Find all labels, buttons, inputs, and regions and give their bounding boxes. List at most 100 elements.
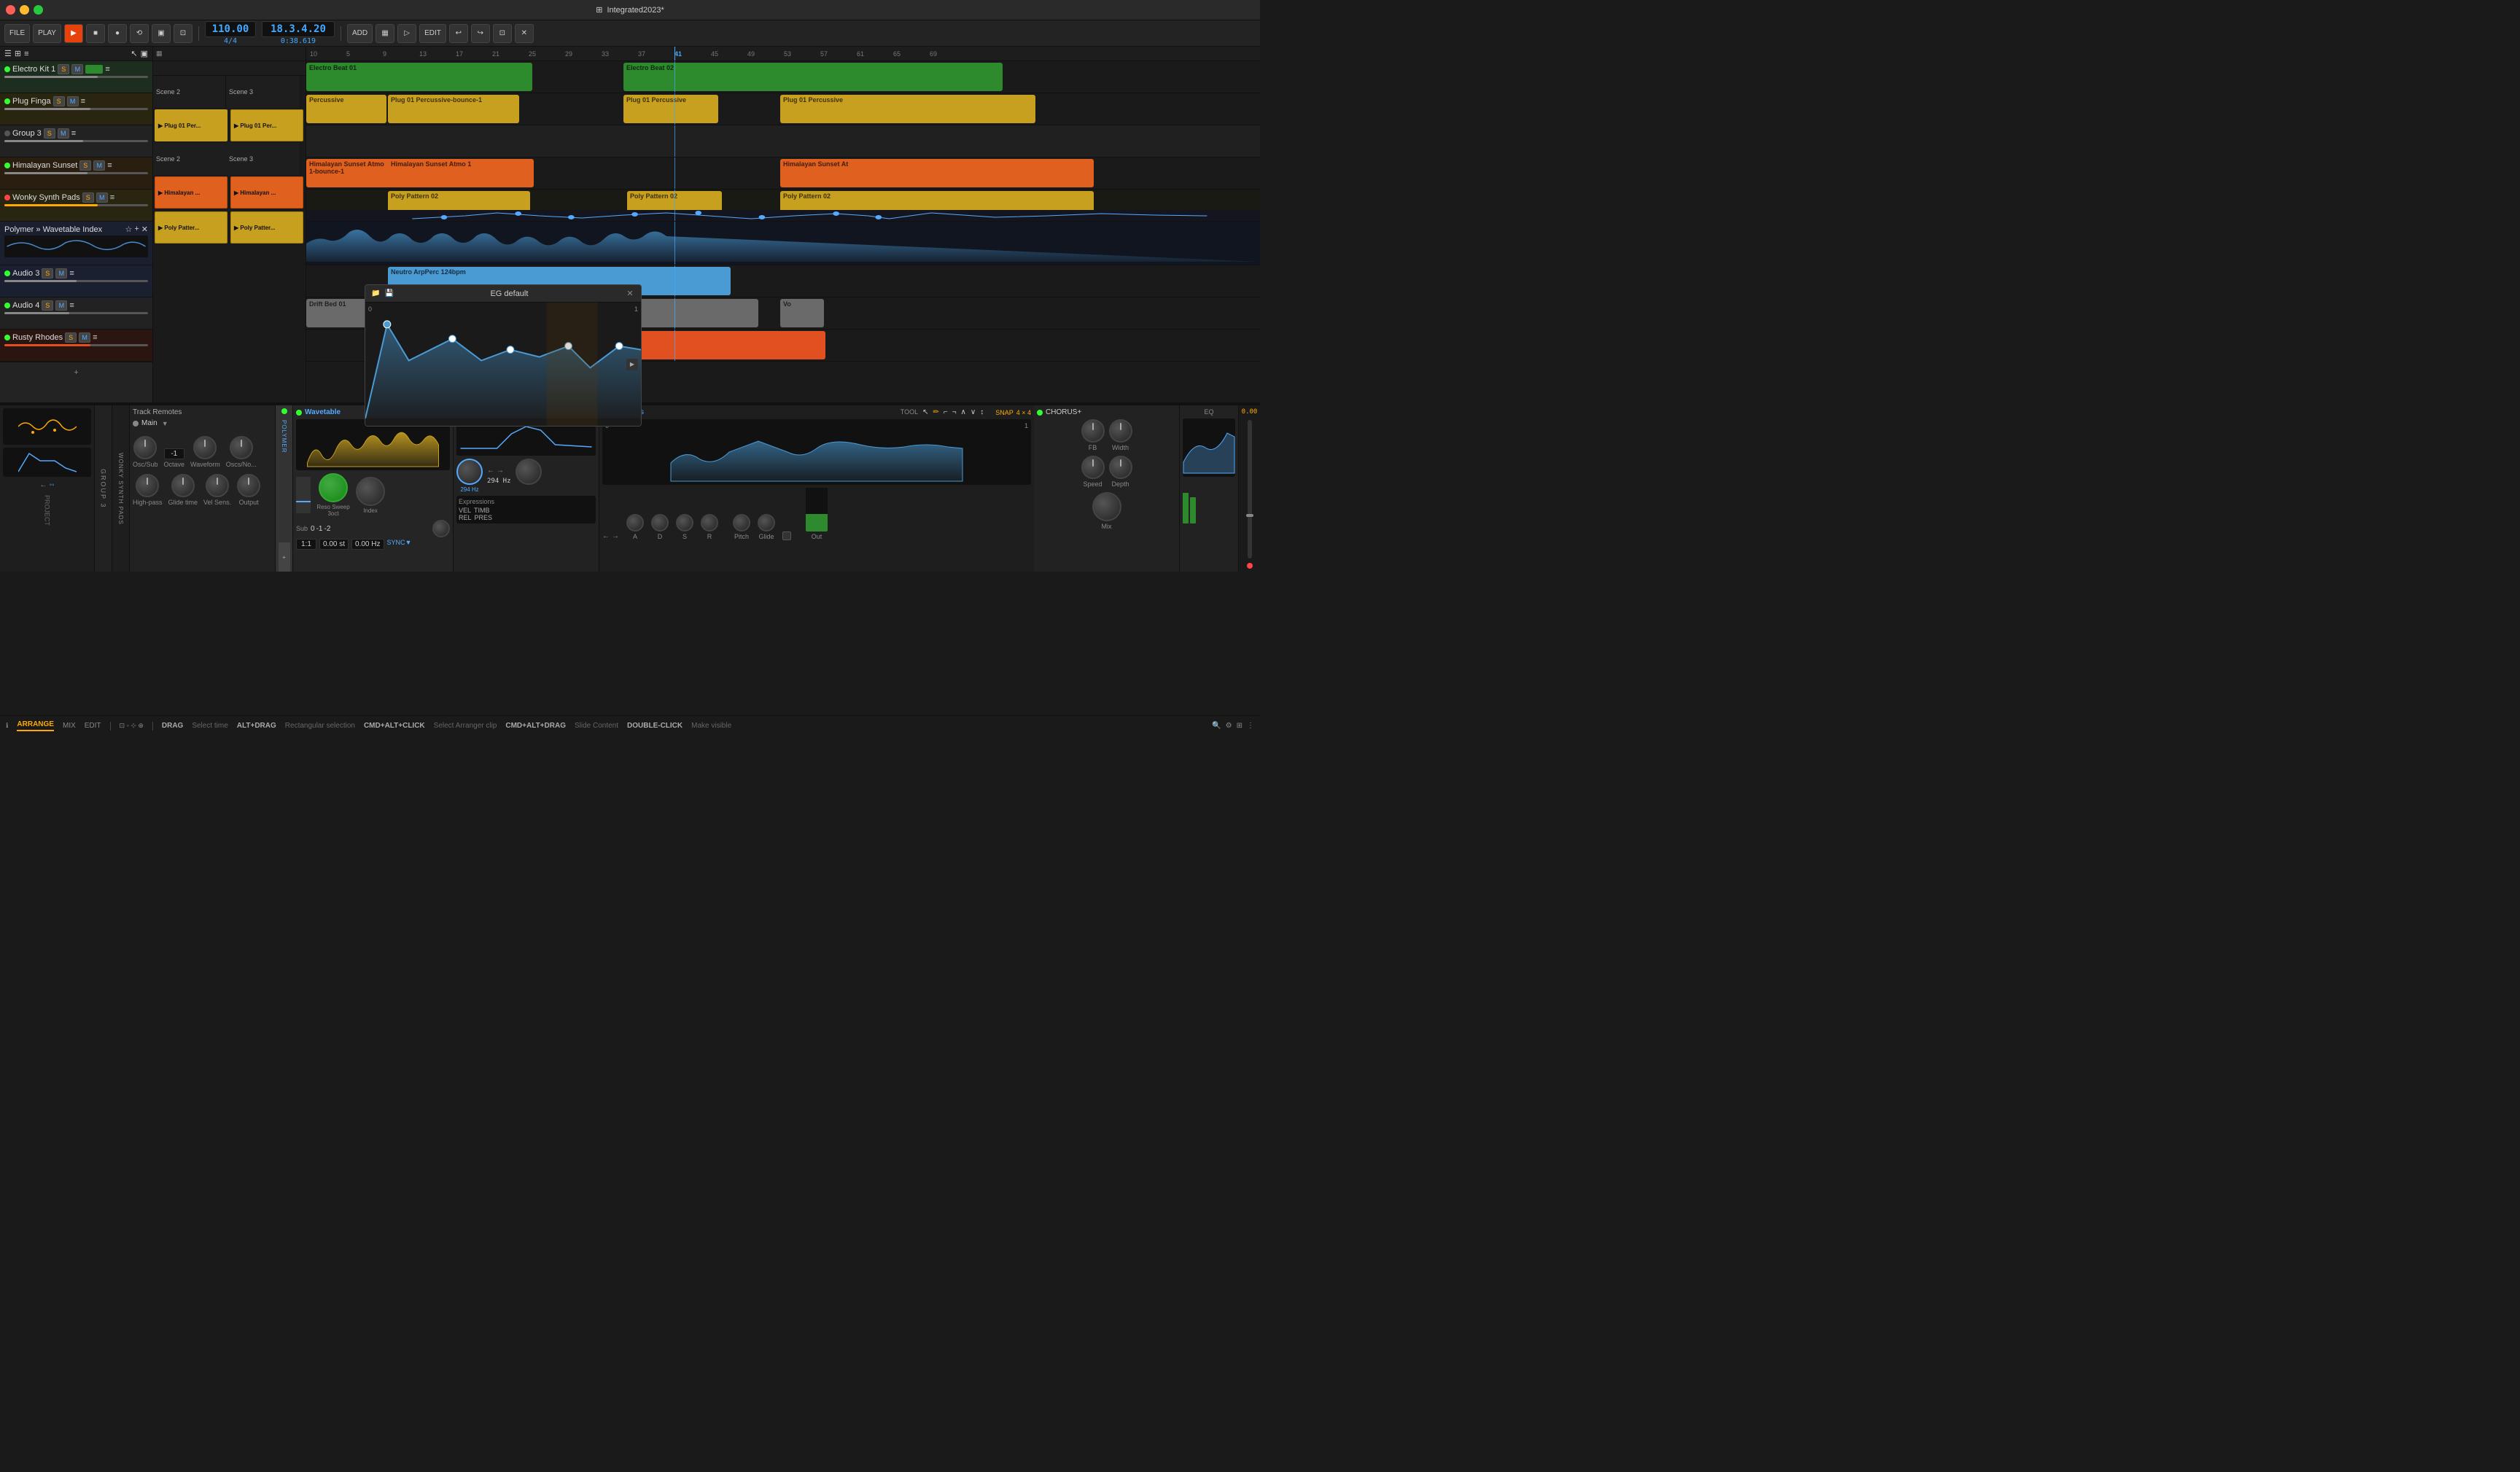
play-button[interactable]: ▶	[64, 24, 83, 43]
knob-oscs-control[interactable]	[230, 436, 253, 459]
session-clip-wonky-2[interactable]: ▶ Poly Patter...	[230, 211, 303, 244]
mini-toggle[interactable]: ◦◦	[49, 481, 54, 489]
adsr-right-arrow[interactable]: →	[612, 532, 619, 540]
track-mute-wonky[interactable]: M	[96, 192, 108, 203]
file-button[interactable]: FILE	[4, 24, 30, 43]
filter-freq-knob[interactable]	[456, 459, 483, 485]
speed-knob[interactable]	[1081, 456, 1105, 479]
st-val[interactable]: 0.00 st	[319, 539, 349, 550]
vel-expr[interactable]: VEL	[459, 507, 471, 514]
master-fader[interactable]	[1248, 420, 1252, 558]
track-solo-himalayan[interactable]: S	[79, 160, 91, 171]
track-mute-himalayan[interactable]: M	[93, 160, 105, 171]
clip-himalayan-bounce[interactable]: Himalayan Sunset Atmo 1-bounce-1	[306, 159, 394, 187]
track-solo-wonky[interactable]: S	[82, 192, 94, 203]
export-button[interactable]: ⊡	[493, 24, 512, 43]
wavetable-pitch-slider[interactable]	[296, 477, 311, 513]
track-solo-audio4[interactable]: S	[42, 300, 53, 311]
track-solo-rusty[interactable]: S	[65, 332, 77, 343]
depth-knob[interactable]	[1109, 456, 1132, 479]
glide2-knob[interactable]	[758, 514, 775, 531]
scene-3[interactable]: Scene 3	[226, 76, 299, 108]
track-add-polymer[interactable]: +	[134, 225, 139, 234]
track-menu-rusty[interactable]: ≡	[93, 333, 97, 342]
close-button[interactable]	[6, 5, 15, 15]
position-display[interactable]: 18.3.4.20	[262, 21, 335, 37]
wavetable-display[interactable]	[296, 419, 450, 470]
status-more[interactable]: ⋮	[1247, 722, 1254, 730]
hz-val[interactable]: 0.00 Hz	[351, 539, 384, 550]
prev-button[interactable]: ▷	[397, 24, 416, 43]
clip-plug-percussive-2[interactable]: Plug 01 Percussive	[623, 95, 718, 123]
status-settings[interactable]: ⚙	[1226, 722, 1232, 730]
tool-bracket1[interactable]: ⌐	[944, 408, 948, 416]
eg-folder-icon[interactable]: 📁	[371, 289, 380, 297]
pitch-knob[interactable]	[733, 514, 750, 531]
track-close-polymer[interactable]: ✕	[141, 225, 148, 234]
segment-display[interactable]: 0 1	[602, 419, 1031, 485]
knob-glide-time-control[interactable]	[171, 474, 195, 497]
adsr-left-arrow[interactable]: ←	[602, 532, 610, 540]
status-search[interactable]: 🔍	[1212, 722, 1221, 730]
add-track-button[interactable]: +	[0, 362, 152, 382]
a-knob[interactable]	[626, 514, 644, 531]
track-solo-audio3[interactable]: S	[42, 268, 53, 279]
knob-highpass-control[interactable]	[136, 474, 159, 497]
meter-button[interactable]: ▦	[376, 24, 394, 43]
track-menu-wonky[interactable]: ≡	[110, 193, 114, 202]
knob-vel-sens-control[interactable]	[206, 474, 229, 497]
mini-prev-icon[interactable]: ←	[39, 481, 47, 489]
clip-plug-percussive-3[interactable]: Plug 01 Percussive	[780, 95, 1035, 123]
eg-play-button[interactable]: ▶	[626, 359, 638, 370]
octave-value[interactable]: -1	[164, 448, 184, 459]
s-knob[interactable]	[676, 514, 693, 531]
track-vol-audio3[interactable]	[4, 280, 148, 282]
loop-button[interactable]: ⟲	[130, 24, 149, 43]
tool-misc[interactable]: ↕	[980, 408, 984, 416]
clip-plug-bounce[interactable]: Plug 01 Percussive-bounce-1	[388, 95, 519, 123]
sub-val-0[interactable]: 0	[311, 525, 315, 533]
clip-button[interactable]: ▣	[152, 24, 171, 43]
width-knob[interactable]	[1109, 419, 1132, 443]
track-vol-audio4[interactable]	[4, 312, 148, 314]
clip-percussive[interactable]: Percussive	[306, 95, 386, 123]
mix-mode[interactable]: MIX	[63, 722, 76, 730]
stop-button[interactable]: ■	[86, 24, 105, 43]
track-vol-himalayan[interactable]	[4, 172, 148, 174]
record-button[interactable]: ●	[108, 24, 127, 43]
track-menu-electro-kit[interactable]: ≡	[105, 65, 109, 74]
filter-left-arrow[interactable]: ←	[487, 467, 494, 475]
status-icons[interactable]: ⊡ ◦ ⊹ ⊕	[120, 722, 144, 730]
scene-2[interactable]: Scene 2	[153, 76, 226, 108]
session-scene2-group3[interactable]: Scene 2	[153, 143, 226, 175]
fb-knob[interactable]	[1081, 419, 1105, 443]
track-mute-group3[interactable]: M	[58, 128, 69, 139]
tool-wave1[interactable]: ∧	[961, 408, 966, 416]
redo-button[interactable]: ↪	[471, 24, 490, 43]
eg-canvas[interactable]: 0 1 ▶	[365, 303, 641, 426]
track-menu-plug-finga[interactable]: ≡	[81, 97, 85, 106]
r-knob[interactable]	[701, 514, 718, 531]
index-knob[interactable]	[356, 477, 385, 506]
filter-res-knob[interactable]	[516, 459, 542, 485]
track-menu-audio4[interactable]: ≡	[69, 301, 74, 310]
track-solo-group3[interactable]: S	[44, 128, 55, 139]
ratio-val[interactable]: 1:1	[296, 539, 316, 550]
track-vol-group3[interactable]	[4, 140, 148, 142]
knob-waveform-control[interactable]	[193, 436, 217, 459]
main-arrow[interactable]: ▼	[162, 420, 168, 427]
clip-electro-beat-02[interactable]: Electro Beat 02	[623, 63, 1003, 91]
track-mute-audio4[interactable]: M	[55, 300, 67, 311]
pres-expr[interactable]: PRES	[475, 514, 493, 521]
track-mute-electro-kit[interactable]: M	[71, 64, 83, 74]
clip-himalayan-at[interactable]: Himalayan Sunset At	[780, 159, 1094, 187]
maximize-button[interactable]	[34, 5, 43, 15]
clip-himalayan-atmo1[interactable]: Himalayan Sunset Atmo 1	[388, 159, 534, 187]
eg-save-icon[interactable]: 💾	[384, 289, 393, 297]
polymer-side-btn[interactable]: +	[279, 542, 290, 572]
sub-val-minus2[interactable]: -2	[324, 525, 330, 533]
snap-value[interactable]: 4 × 4	[1016, 409, 1031, 416]
session-clip-wonky-1[interactable]: ▶ Poly Patter...	[155, 211, 228, 244]
edit-mode[interactable]: EDIT	[85, 722, 101, 730]
arrange-mode[interactable]: ARRANGE	[17, 720, 54, 731]
